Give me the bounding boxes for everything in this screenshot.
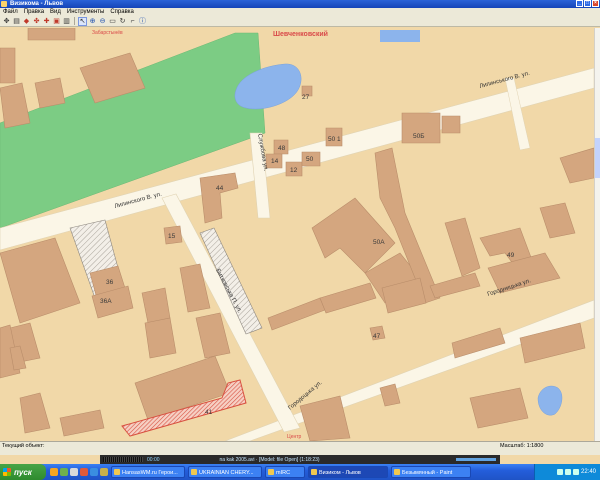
status-bar: Текущий объект: Масштаб: 1:1800 <box>0 441 600 455</box>
pan-icon[interactable]: ✤ <box>32 17 41 26</box>
district-label: Шевченковский <box>273 30 328 38</box>
route-icon[interactable]: ✚ <box>42 17 51 26</box>
start-label: пуск <box>14 467 32 477</box>
building <box>34 77 66 109</box>
house-number: 27 <box>302 94 310 101</box>
select-icon[interactable]: ◆ <box>22 17 31 26</box>
quick-launch <box>50 468 108 476</box>
house-number: 36 <box>106 279 114 286</box>
player-track-text: na kak 2005.avi · [Model: file Open] (1:… <box>219 456 320 463</box>
house-number: 41 <box>205 409 213 416</box>
building <box>441 115 461 134</box>
map-canvas[interactable]: Липинського В. ул. Липинского В. ул. Слу… <box>0 28 594 441</box>
taskbar-item-label: Безымянный - Paint <box>402 470 453 476</box>
taskbar-item-label: UKRAINIAN CHERY... <box>199 470 254 476</box>
house-number: 47 <box>373 333 381 340</box>
system-tray: 22:40 <box>534 464 600 480</box>
toolbar: ✥ ▤ ◆ ✤ ✚ ▣ ▥ ↖ ⊕ ⊖ ▭ ↻ ⌐ ⓘ <box>0 16 600 27</box>
taskbar-item-label: Визиком - Львов <box>319 470 361 476</box>
taskbar-item[interactable]: Безымянный - Paint <box>391 466 471 478</box>
house-number: 50Б <box>413 133 425 140</box>
house-number: 36А <box>100 298 112 305</box>
app-icon <box>191 469 197 475</box>
maximize-button[interactable]: □ <box>584 0 591 7</box>
taskbar-item[interactable]: mIRC <box>265 466 305 478</box>
taskbar-item[interactable]: HansasWM.ru Герои... <box>111 466 185 478</box>
player-time: 00:00 <box>147 456 160 463</box>
app-icon <box>114 469 120 475</box>
taskbar: пуск HansasWM.ru Герои... UKRAINIAN CHER… <box>0 464 600 480</box>
zoom-in-icon[interactable]: ⊕ <box>88 17 97 26</box>
menu-file[interactable]: Файл <box>3 8 18 16</box>
taskbar-item[interactable]: UKRAINIAN CHERY... <box>188 466 262 478</box>
start-button[interactable]: пуск <box>0 464 46 480</box>
house-number: 50 1 <box>328 136 341 143</box>
window-title-bar: Визикома - Львов _ □ × <box>0 0 600 8</box>
menu-bar: Файл Правка Вид Инструменты Справка <box>0 8 600 16</box>
scale-label: Масштаб: 1:1800 <box>500 443 544 449</box>
map-svg: Липинського В. ул. Липинского В. ул. Слу… <box>0 28 594 441</box>
info-icon[interactable]: ⓘ <box>138 17 147 26</box>
media-player-bar[interactable]: 00:00 na kak 2005.avi · [Model: file Ope… <box>100 455 500 464</box>
house-number: 44 <box>216 185 224 192</box>
opera-icon[interactable] <box>80 468 88 476</box>
move-icon[interactable]: ✥ <box>2 17 11 26</box>
firefox-icon[interactable] <box>50 468 58 476</box>
house-number: 50 <box>306 156 314 163</box>
marker-icon[interactable]: ▣ <box>52 17 61 26</box>
ie-icon[interactable] <box>90 468 98 476</box>
house-number: 15 <box>168 233 176 240</box>
menu-tools[interactable]: Инструменты <box>67 8 104 16</box>
current-object-label: Текущий объект: <box>2 443 45 449</box>
print-icon[interactable]: ▥ <box>62 17 71 26</box>
scrollbar-thumb[interactable] <box>595 138 600 178</box>
taskbar-item-label: HansasWM.ru Герои... <box>122 470 178 476</box>
refresh-icon[interactable]: ↻ <box>118 17 127 26</box>
window-controls: _ □ × <box>576 0 599 7</box>
building <box>27 28 76 41</box>
house-number: 50А <box>373 239 385 246</box>
pool-shape <box>380 30 420 42</box>
house-number: 14 <box>271 158 279 165</box>
menu-help[interactable]: Справка <box>110 8 134 16</box>
app-icon <box>311 469 317 475</box>
player-volume-slider[interactable] <box>456 458 496 461</box>
zoom-out-icon[interactable]: ⊖ <box>98 17 107 26</box>
player-visualizer <box>103 457 143 462</box>
icq-icon[interactable] <box>60 468 68 476</box>
taskbar-item-label: mIRC <box>276 470 291 476</box>
menu-view[interactable]: Вид <box>50 8 61 16</box>
minimize-button[interactable]: _ <box>576 0 583 7</box>
map-vertical-scrollbar[interactable] <box>594 28 600 441</box>
close-button[interactable]: × <box>592 0 599 7</box>
antivirus-icon[interactable] <box>572 469 579 475</box>
app-icon <box>1 1 7 7</box>
house-number: 48 <box>278 145 286 152</box>
clock[interactable]: 22:40 <box>581 469 596 475</box>
zoom-rect-icon[interactable]: ▭ <box>108 17 117 26</box>
area-label: Забарстынёв <box>92 30 123 36</box>
taskbar-item-active[interactable]: Визиком - Львов <box>308 466 388 478</box>
network-icon[interactable] <box>556 469 563 475</box>
winamp-icon[interactable] <box>100 468 108 476</box>
district-label: Центр <box>287 434 302 440</box>
desktop-icon[interactable] <box>70 468 78 476</box>
layers-icon[interactable]: ▤ <box>12 17 21 26</box>
window-title: Визикома - Львов <box>10 1 64 7</box>
building <box>0 47 16 84</box>
house-number: 12 <box>290 167 298 174</box>
menu-edit[interactable]: Правка <box>24 8 44 16</box>
ruler-icon[interactable]: ⌐ <box>128 17 137 26</box>
paint-icon <box>394 469 400 475</box>
house-number: 49 <box>507 252 515 259</box>
toolbar-separator <box>74 17 75 25</box>
pointer-icon[interactable]: ↖ <box>78 16 87 26</box>
windows-flag-icon <box>3 468 11 476</box>
volume-icon[interactable] <box>564 469 571 475</box>
app-icon <box>268 469 274 475</box>
